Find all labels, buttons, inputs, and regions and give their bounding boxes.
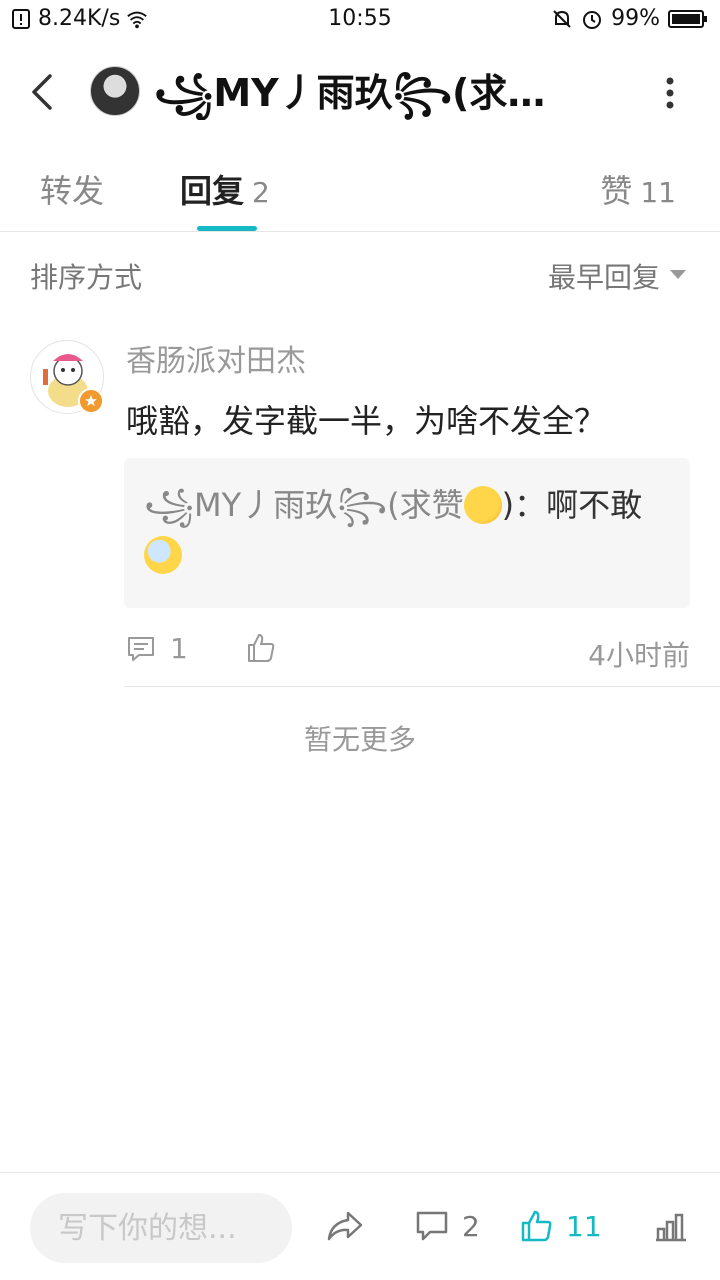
status-bar: 8.24K/s 10:55 99% — [0, 0, 720, 38]
header: ꧁MY丿雨玖꧂(求… — [0, 52, 720, 132]
no-more-text: 暂无更多 — [303, 723, 416, 756]
fearful-face-emoji-icon — [144, 536, 182, 574]
comment-input[interactable] — [30, 1193, 292, 1263]
active-tab-indicator — [197, 226, 257, 231]
tab-bar: 转发 回复 2 赞 11 — [0, 150, 720, 232]
alarm-icon — [583, 10, 602, 29]
comment-icon — [128, 636, 154, 661]
reply-item: 香肠派对田杰 哦豁，发字截一半，为啥不发全？ ꧁MY丿雨玖꧂(求赞 )：啊不敢 1… — [0, 330, 720, 687]
quote-author[interactable]: ꧁MY丿雨玖꧂(求赞 — [144, 486, 464, 524]
tab-reply-label: 回复 — [180, 172, 245, 210]
dizzy-face-emoji-icon — [463, 486, 502, 524]
bottom-bar: 2 11 — [0, 1172, 720, 1280]
tab-like-label: 赞 — [600, 172, 633, 210]
thumbs-up-filled-icon — [521, 1210, 552, 1242]
like-button[interactable]: 11 — [520, 1209, 602, 1243]
avatar[interactable] — [90, 66, 140, 116]
reply-actions: 1 4小时前 — [126, 632, 690, 672]
sort-dropdown[interactable]: 最早回复 — [548, 256, 660, 296]
tab-reply-count: 2 — [252, 176, 270, 209]
quoted-reply[interactable]: ꧁MY丿雨玖꧂(求赞 )：啊不敢 — [124, 458, 690, 608]
reply-timestamp: 4小时前 — [588, 639, 690, 672]
like-count: 11 — [566, 1209, 602, 1243]
tab-repost-label: 转发 — [40, 172, 105, 210]
comment-button[interactable]: 2 — [414, 1209, 480, 1243]
reply-username[interactable]: 香肠派对田杰 — [126, 336, 306, 380]
sort-label: 排序方式 — [30, 261, 143, 294]
quote-suffix: )：啊不敢 — [501, 486, 643, 524]
page-title: ꧁MY丿雨玖꧂(求… — [154, 71, 546, 115]
tab-like-count: 11 — [640, 176, 676, 209]
bell-muted-icon — [553, 9, 571, 28]
tab-reply[interactable]: 回复 2 — [180, 166, 270, 212]
more-vertical-icon[interactable] — [660, 76, 680, 110]
sort-row: 排序方式 最早回复 — [0, 232, 720, 316]
battery-icon — [668, 9, 707, 28]
comment-count: 2 — [462, 1209, 480, 1243]
reply-text: 哦豁，发字截一半，为啥不发全？ — [126, 402, 607, 440]
caret-down-icon[interactable] — [670, 270, 686, 279]
comment-bubble-icon — [416, 1211, 448, 1241]
battery-percent: 99% — [611, 6, 660, 31]
thumbs-up-icon[interactable] — [246, 632, 276, 664]
tab-like[interactable]: 赞 11 — [600, 166, 676, 212]
reply-comment-button[interactable]: 1 — [126, 632, 188, 665]
back-icon[interactable] — [24, 70, 64, 114]
divider — [124, 686, 720, 687]
stats-button[interactable] — [654, 1209, 688, 1243]
reply-comment-count: 1 — [170, 632, 188, 665]
share-button[interactable] — [326, 1209, 364, 1243]
bar-chart-icon — [656, 1213, 686, 1242]
star-badge-icon — [78, 388, 104, 414]
tab-repost[interactable]: 转发 — [40, 166, 104, 212]
share-icon — [327, 1211, 363, 1241]
